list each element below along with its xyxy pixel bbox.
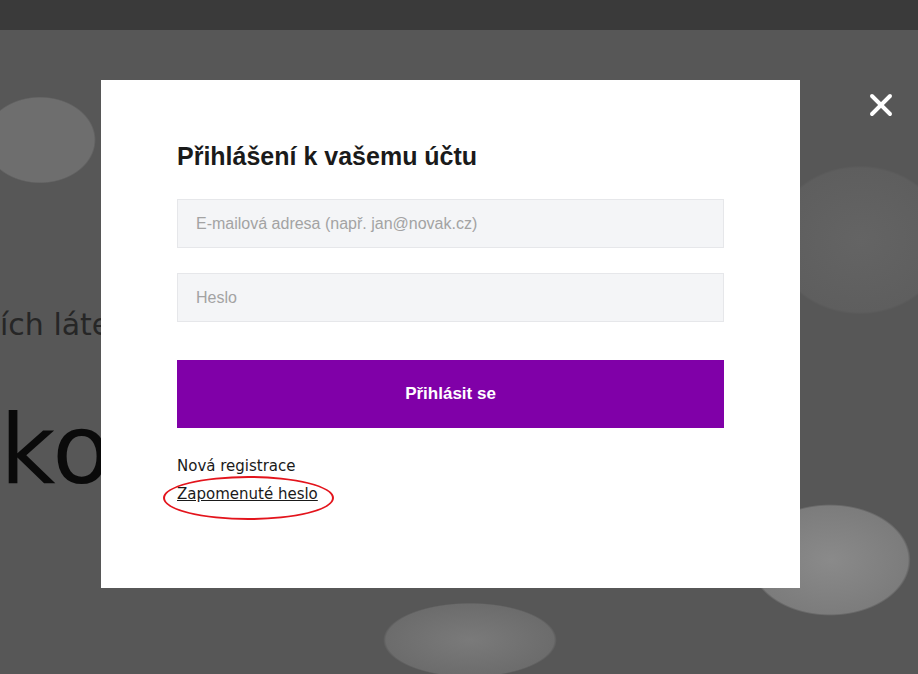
email-input[interactable]	[177, 199, 724, 248]
modal-links: Nová registraceZapomenuté heslo	[177, 452, 724, 508]
modal-link[interactable]: Zapomenuté heslo	[177, 480, 318, 508]
modal-link[interactable]: Nová registrace	[177, 452, 296, 480]
page-backdrop: ích látekoPřihlášení k vašemu účtuPřihlá…	[0, 0, 918, 674]
login-button[interactable]: Přihlásit se	[177, 360, 724, 428]
close-button[interactable]	[862, 86, 900, 124]
highlight-ellipse	[163, 476, 334, 520]
login-modal: Přihlášení k vašemu účtu Přihlásit se Nová…	[101, 80, 800, 588]
link-row: Zapomenuté heslo	[177, 480, 318, 508]
modal-title: Přihlášení k vašemu účtu	[177, 140, 724, 172]
link-row: Nová registrace	[177, 452, 296, 480]
close-icon[interactable]	[863, 87, 899, 123]
password-input[interactable]	[177, 273, 724, 322]
